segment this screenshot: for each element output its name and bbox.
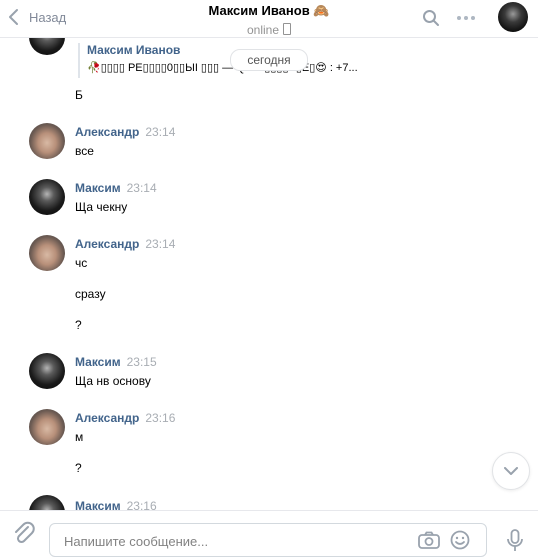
message-input-box[interactable] [49,523,487,557]
avatar[interactable] [29,495,65,510]
paperclip-icon [15,521,35,544]
online-status: online [246,23,280,37]
message-author[interactable]: Александр 23:16 [75,411,175,425]
message-time: 23:16 [145,411,176,425]
message-author[interactable]: Максим 23:16 [75,499,157,510]
date-separator: сегодня [230,49,308,71]
message-text: Ща чекну [75,200,128,214]
chevron-down-icon [504,467,518,475]
forwarded-text: 🥀▯▯▯▯ PE▯▯▯▯0▯▯ЫI ▯▯▯ — QIWI ▯▯▯▯E▯E▯😍 :… [87,62,358,74]
message-time: 23:14 [126,181,157,195]
message-text: Ща нв основу [75,374,151,388]
message-composer [0,510,538,557]
title-emoji: 🙈 [313,3,330,18]
camera-button[interactable] [418,531,440,554]
message-time: 23:15 [126,355,157,369]
forwarded-message[interactable]: Максим Иванов 🥀▯▯▯▯ PE▯▯▯▯0▯▯ЫI ▯▯▯ — QI… [78,43,358,78]
camera-icon [418,531,440,549]
message-text: все [75,144,94,158]
emoji-button[interactable] [450,530,470,555]
attach-button[interactable] [13,521,35,552]
avatar[interactable] [29,37,65,55]
message-time: 23:14 [145,125,176,139]
message-author[interactable]: Максим 23:14 [75,181,157,195]
message-time: 23:14 [145,237,176,251]
chat-avatar[interactable] [498,2,528,32]
message-input[interactable] [62,530,406,552]
more-dot-icon [457,16,461,20]
scroll-down-button[interactable] [492,452,530,490]
mobile-icon [283,23,292,35]
chat-title: Максим Иванов [208,3,310,18]
avatar[interactable] [29,123,65,159]
chat-title-block[interactable]: Максим Иванов 🙈 online [0,3,538,37]
message-author[interactable]: Александр 23:14 [75,237,175,251]
microphone-icon [507,529,523,551]
message-text: м [75,430,84,444]
message-time: 23:16 [126,499,157,510]
avatar[interactable] [29,409,65,445]
avatar[interactable] [29,235,65,271]
avatar[interactable] [29,179,65,215]
message-text: ? [75,318,82,332]
smile-icon [450,530,470,550]
message-text: сразу [75,287,106,301]
message-author[interactable]: Александр 23:14 [75,125,175,139]
avatar[interactable] [29,353,65,389]
more-button[interactable] [457,16,475,20]
chat-header: Назад Максим Иванов 🙈 online [0,0,538,38]
search-icon [423,10,439,26]
forwarded-author[interactable]: Максим Иванов [87,43,180,57]
message-text: чс [75,256,88,270]
message-text: Б [75,88,83,102]
message-list[interactable]: Максим Иванов 🥀▯▯▯▯ PE▯▯▯▯0▯▯ЫI ▯▯▯ — QI… [0,37,538,510]
message-author[interactable]: Максим 23:15 [75,355,157,369]
search-button[interactable] [422,9,440,32]
message-text: ? [75,461,82,475]
